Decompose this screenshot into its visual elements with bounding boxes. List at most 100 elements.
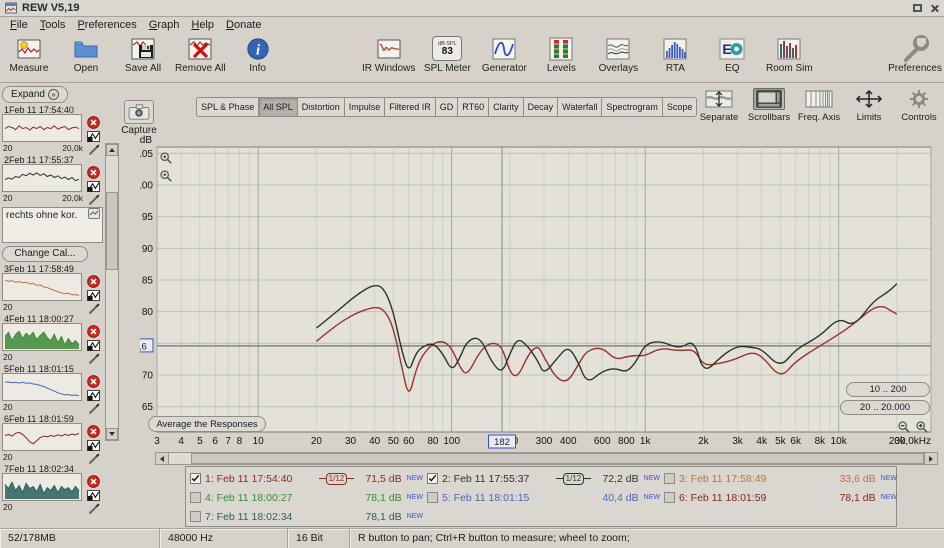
menu-help[interactable]: Help [185, 19, 220, 31]
legend-label[interactable]: 4: Feb 11 18:00:27 [205, 492, 307, 504]
toolbar-button-levels[interactable]: Levels [536, 35, 586, 74]
legend-checkbox[interactable] [190, 511, 201, 522]
menu-donate[interactable]: Donate [220, 19, 267, 31]
legend-value: 71,5 dB [365, 473, 401, 485]
graph-settings-icon[interactable] [87, 340, 100, 351]
toolbar-button-save-all[interactable]: Save All [118, 35, 168, 74]
measurement-item-1[interactable]: 1Feb 11 17:54:402020,0k [2, 105, 103, 155]
average-responses-button[interactable]: Average the Responses [148, 416, 266, 432]
toolbar-button-overlays[interactable]: Overlays [593, 35, 643, 74]
capture-button[interactable] [124, 100, 154, 124]
scroll-up-button[interactable] [106, 144, 118, 156]
remove-measurement-button[interactable] [87, 166, 100, 179]
edit-measurement-button[interactable] [88, 194, 100, 206]
menu-preferences[interactable]: Preferences [71, 19, 142, 31]
zoom-x-button[interactable] [158, 150, 174, 165]
legend-label[interactable]: 2: Feb 11 17:55:37 [442, 473, 544, 485]
toolbar-button-ir-windows[interactable]: IR Windows [362, 35, 415, 74]
tab-distortion[interactable]: Distortion [297, 97, 344, 117]
legend-label[interactable]: 7: Feb 11 18:02:34 [205, 511, 307, 523]
sidebar-scrollbar[interactable] [105, 143, 119, 441]
legend-label[interactable]: 5: Feb 11 18:01:15 [442, 492, 544, 504]
tab-spl-phase[interactable]: SPL & Phase [196, 97, 258, 117]
measurement-item-3[interactable]: 3Feb 11 17:58:4920 [2, 264, 103, 314]
remove-measurement-button[interactable] [87, 425, 100, 438]
zoom-in-button[interactable] [914, 419, 930, 434]
remove-measurement-button[interactable] [87, 325, 100, 338]
scroll-right-button[interactable] [924, 453, 937, 464]
legend-checkbox[interactable] [190, 473, 201, 484]
toolbar-button-room-sim[interactable]: Room Sim [764, 35, 814, 74]
change-cal-button[interactable]: Change Cal... [2, 246, 88, 262]
toolbar-button-rta[interactable]: RTA [650, 35, 700, 74]
measurement-item-6[interactable]: 6Feb 11 18:01:5920 [2, 414, 103, 464]
maximize-button[interactable] [913, 4, 922, 12]
remove-measurement-button[interactable] [87, 475, 100, 488]
measurement-item-2[interactable]: 2Feb 11 17:55:372020,0k [2, 155, 103, 205]
legend-checkbox[interactable] [664, 492, 675, 503]
expand-sidebar-button[interactable]: Expand» [2, 86, 68, 103]
remove-measurement-button[interactable] [87, 375, 100, 388]
zoom-out-button[interactable] [896, 419, 912, 434]
spl-chart[interactable]: dB65708085909510010534567810203040506080… [140, 133, 936, 452]
toolbar-button-eq[interactable]: EEQ [707, 35, 757, 74]
chart-hscrollbar[interactable] [155, 452, 938, 465]
tab-all-spl[interactable]: All SPL [258, 97, 297, 117]
measurement-thumbnail [2, 473, 82, 501]
measurement-item-5[interactable]: 5Feb 11 18:01:1520 [2, 364, 103, 414]
legend-checkbox[interactable] [190, 492, 201, 503]
remove-measurement-button[interactable] [87, 275, 100, 288]
cal-file-icon[interactable] [88, 208, 100, 219]
tab-scope[interactable]: Scope [662, 97, 698, 117]
tab-impulse[interactable]: Impulse [344, 97, 385, 117]
freq-range-20-20000-button[interactable]: 20 .. 20.000 [840, 400, 930, 415]
graph-control-controls[interactable]: Controls [897, 88, 941, 123]
graph-settings-icon[interactable] [87, 390, 100, 401]
toolbar-button-measure[interactable]: Measure [4, 35, 54, 74]
tab-rt60[interactable]: RT60 [457, 97, 488, 117]
graph-control-limits[interactable]: Limits [847, 88, 891, 123]
scroll-left-button[interactable] [156, 453, 169, 464]
menu-file[interactable]: File [4, 19, 34, 31]
zoom-y-button[interactable] [158, 168, 174, 183]
graph-settings-icon[interactable] [87, 131, 100, 142]
close-button[interactable] [930, 4, 939, 13]
tab-decay[interactable]: Decay [523, 97, 558, 117]
tab-waterfall[interactable]: Waterfall [557, 97, 601, 117]
toolbar-button-spl-meter[interactable]: dB SPL83SPL Meter [422, 35, 472, 74]
legend-checkbox[interactable] [427, 473, 438, 484]
freq-range-10-200-button[interactable]: 10 .. 200 [846, 382, 930, 397]
hscroll-track[interactable] [169, 453, 924, 464]
toolbar-button-open[interactable]: Open [61, 35, 111, 74]
graph-settings-icon[interactable] [87, 490, 100, 501]
graph-control-scrollbars[interactable]: Scrollbars [747, 88, 791, 123]
graph-control-freq-axis[interactable]: Freq. Axis [797, 88, 841, 123]
menu-graph[interactable]: Graph [143, 19, 186, 31]
tab-clarity[interactable]: Clarity [488, 97, 523, 117]
scrollbar-thumb[interactable] [106, 192, 118, 270]
tab-spectrogram[interactable]: Spectrogram [601, 97, 662, 117]
tab-filtered-ir[interactable]: Filtered IR [384, 97, 435, 117]
toolbar-button-preferences[interactable]: Preferences [888, 35, 942, 74]
legend-checkbox[interactable] [427, 492, 438, 503]
edit-measurement-button[interactable] [88, 503, 100, 515]
menu-tools[interactable]: Tools [34, 19, 72, 31]
graph-settings-icon[interactable] [87, 181, 100, 192]
legend-label[interactable]: 6: Feb 11 18:01:59 [679, 492, 781, 504]
toolbar-button-label: Open [74, 63, 98, 74]
hscroll-thumb[interactable] [191, 453, 924, 464]
graph-settings-icon[interactable] [87, 440, 100, 451]
tab-gd[interactable]: GD [435, 97, 458, 117]
measurement-item-7[interactable]: 7Feb 11 18:02:3420 [2, 464, 103, 514]
legend-label[interactable]: 1: Feb 11 17:54:40 [205, 473, 307, 485]
toolbar-button-info[interactable]: iInfo [233, 35, 283, 74]
scroll-down-button[interactable] [106, 428, 118, 440]
legend-checkbox[interactable] [664, 473, 675, 484]
toolbar-button-remove-all[interactable]: Remove All [175, 35, 226, 74]
graph-control-separate[interactable]: Separate [697, 88, 741, 123]
measurement-item-4[interactable]: 4Feb 11 18:00:2720 [2, 314, 103, 364]
toolbar-button-generator[interactable]: Generator [479, 35, 529, 74]
remove-measurement-button[interactable] [87, 116, 100, 129]
graph-settings-icon[interactable] [87, 290, 100, 301]
legend-label[interactable]: 3: Feb 11 17:58:49 [679, 473, 781, 485]
